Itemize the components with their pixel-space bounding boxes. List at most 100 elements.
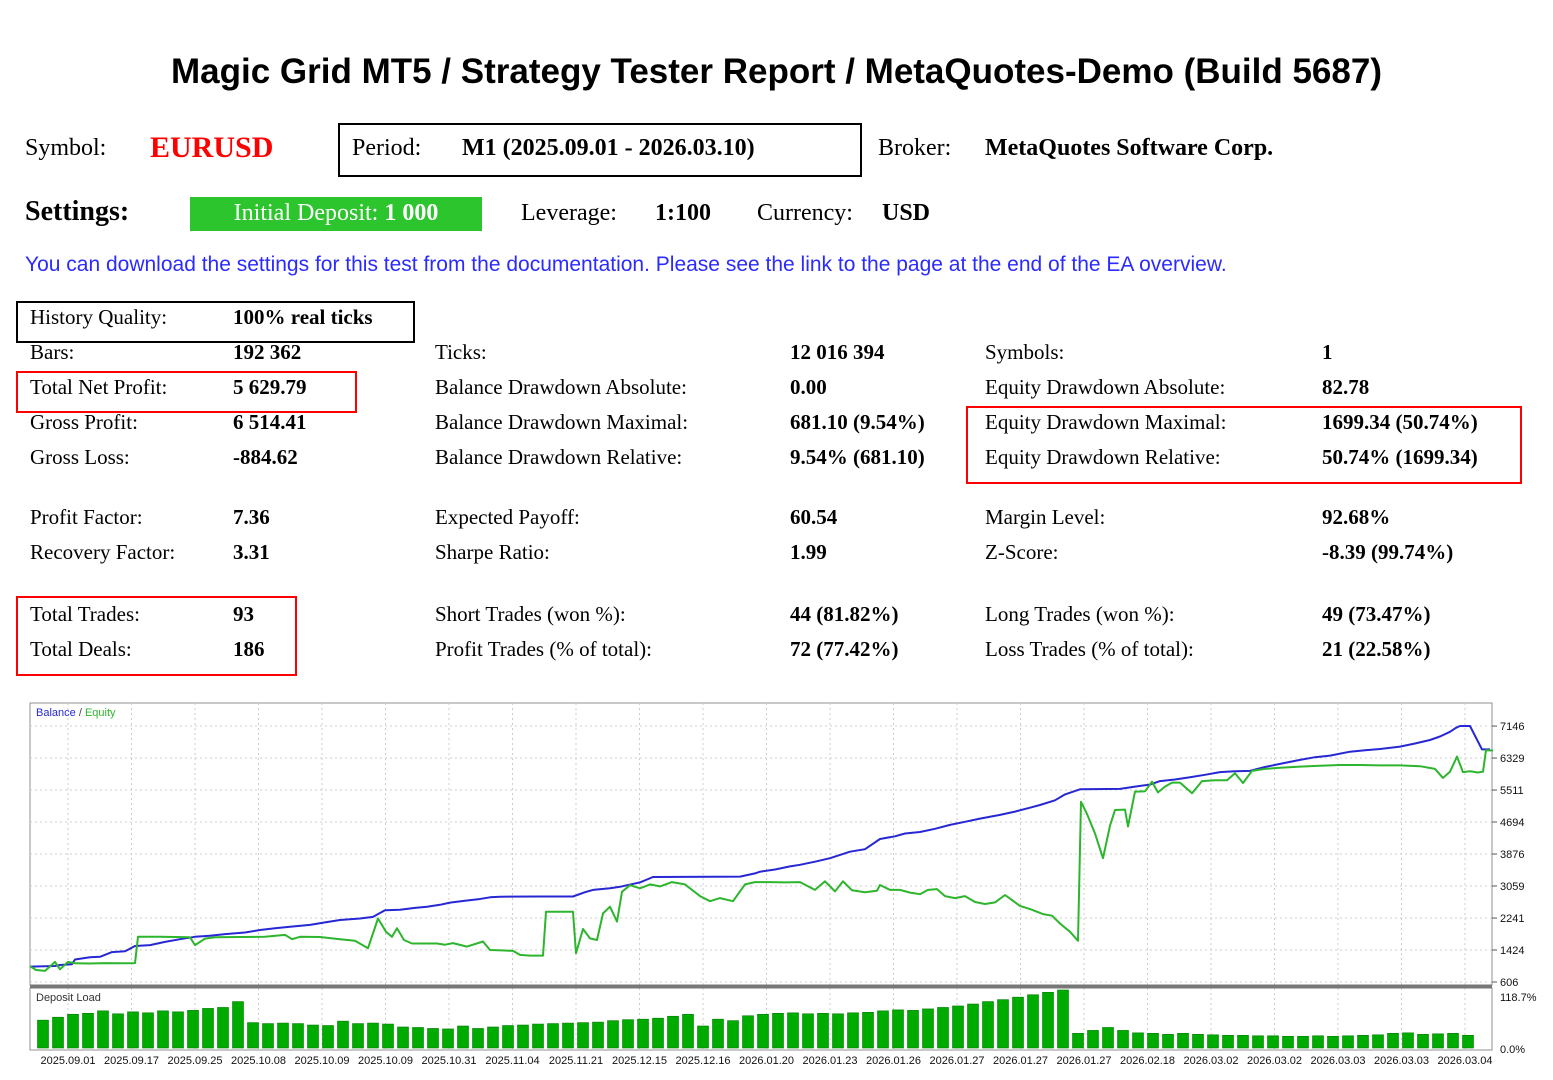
deposit-max-label: 118.7% — [1500, 992, 1537, 1004]
deposit-load-bar — [952, 1005, 964, 1049]
x-tick-label: 2026.01.20 — [739, 1055, 794, 1067]
stat-label: Balance Drawdown Relative: — [435, 445, 683, 469]
deposit-load-bar — [37, 1019, 49, 1049]
x-tick-label: 2026.03.03 — [1374, 1055, 1429, 1067]
deposit-load-bar — [337, 1020, 349, 1049]
y-tick-label: 4694 — [1500, 817, 1524, 829]
deposit-load-bar — [307, 1024, 319, 1049]
deposit-load-bar — [1027, 994, 1039, 1049]
initial-deposit-label: Initial Deposit: — [233, 200, 379, 226]
deposit-load-bar — [1387, 1033, 1399, 1049]
deposit-load-bar — [277, 1022, 289, 1049]
stat-value: 21 (22.58%) — [1322, 637, 1431, 661]
stat-label: Gross Loss: — [30, 445, 130, 469]
y-tick-label: 1424 — [1500, 945, 1524, 957]
deposit-load-bar — [247, 1022, 259, 1049]
deposit-load-bar — [727, 1020, 739, 1049]
y-tick-label: 2241 — [1500, 913, 1524, 925]
deposit-load-bar — [502, 1025, 514, 1049]
settings-label: Settings: — [25, 196, 130, 227]
deposit-load-bar — [832, 1013, 844, 1049]
deposit-load-bar — [1162, 1034, 1174, 1049]
deposit-load-bar — [1177, 1033, 1189, 1049]
x-tick-label: 2026.03.02 — [1183, 1055, 1238, 1067]
total-trades-box — [16, 596, 297, 676]
deposit-load-bar — [772, 1013, 784, 1049]
deposit-load-bar — [1432, 1033, 1444, 1049]
deposit-load-bar — [427, 1028, 439, 1049]
deposit-load-bar — [1342, 1035, 1354, 1049]
y-tick-label: 3059 — [1500, 881, 1524, 893]
stat-value: 12 016 394 — [790, 340, 885, 364]
leverage-label: Leverage: — [521, 200, 617, 226]
deposit-load-bar — [1192, 1034, 1204, 1049]
deposit-load-bar — [1312, 1035, 1324, 1049]
deposit-load-bar — [547, 1023, 559, 1049]
deposit-load-bar — [682, 1013, 694, 1049]
stat-label: Profit Factor: — [30, 505, 143, 529]
report-title: Magic Grid MT5 / Strategy Tester Report … — [171, 52, 1382, 91]
stat-value: 7.36 — [233, 505, 270, 529]
stat-label: Margin Level: — [985, 505, 1106, 529]
deposit-load-bar — [742, 1015, 754, 1049]
deposit-load-bar — [112, 1013, 124, 1049]
initial-deposit-chip: Initial Deposit: 1 000 — [190, 197, 482, 231]
x-tick-label: 2025.11.04 — [485, 1055, 539, 1067]
deposit-load-bar — [1402, 1032, 1414, 1049]
deposit-load-bar — [667, 1015, 679, 1049]
x-tick-label: 2025.12.15 — [612, 1055, 667, 1067]
deposit-min-label: 0.0% — [1500, 1044, 1525, 1056]
x-tick-label: 2025.11.21 — [549, 1055, 603, 1067]
deposit-load-bar — [217, 1007, 229, 1049]
deposit-load-bar — [487, 1026, 499, 1049]
strategy-tester-report: Magic Grid MT5 / Strategy Tester Report … — [0, 0, 1553, 1080]
deposit-load-bar — [1087, 1030, 1099, 1049]
deposit-load-bar — [292, 1023, 304, 1049]
deposit-load-bar — [127, 1011, 139, 1049]
x-tick-label: 2025.09.25 — [167, 1055, 222, 1067]
x-tick-label: 2026.01.27 — [929, 1055, 984, 1067]
chart-legend: Balance / Equity — [36, 707, 116, 719]
deposit-load-bar — [457, 1025, 469, 1049]
deposit-load-bar — [367, 1022, 379, 1049]
deposit-load-bar — [52, 1016, 64, 1049]
deposit-load-bar — [1117, 1030, 1129, 1049]
symbol-label: Symbol: — [25, 135, 107, 161]
total-net-profit-box — [16, 371, 357, 413]
deposit-load-bar — [877, 1010, 889, 1049]
equity-drawdown-box — [966, 406, 1522, 484]
deposit-load-bar — [97, 1010, 109, 1049]
stat-label: Loss Trades (% of total): — [985, 637, 1194, 661]
stat-value: 192 362 — [233, 340, 302, 364]
stat-label: Gross Profit: — [30, 410, 138, 434]
stat-label: Z-Score: — [985, 540, 1059, 564]
y-tick-label: 606 — [1500, 977, 1518, 989]
x-tick-label: 2026.03.04 — [1437, 1055, 1492, 1067]
stat-label: Long Trades (won %): — [985, 602, 1175, 626]
deposit-load-bar — [607, 1020, 619, 1049]
deposit-load-bar — [472, 1028, 484, 1049]
deposit-load-bar — [1072, 1033, 1084, 1049]
x-tick-label: 2025.10.08 — [231, 1055, 286, 1067]
balance-equity-chart: 7146 6329 5511 4694 3876 3059 2241 1424 606 118.7… — [29, 702, 1537, 1067]
stat-value: 9.54% (681.10) — [790, 445, 925, 469]
deposit-load-bar — [262, 1023, 274, 1049]
deposit-load-bar — [1102, 1027, 1114, 1049]
deposit-load-bar — [967, 1003, 979, 1049]
deposit-load-bar — [757, 1013, 769, 1049]
deposit-load-bar — [1042, 991, 1054, 1049]
deposit-load-bar — [712, 1018, 724, 1049]
stat-value: 681.10 (9.54%) — [790, 410, 925, 434]
deposit-load-bar — [142, 1012, 154, 1049]
x-tick-label: 2026.02.18 — [1120, 1055, 1175, 1067]
y-tick-label: 5511 — [1500, 785, 1524, 797]
history-quality-box — [16, 301, 415, 343]
deposit-load-bar — [982, 1001, 994, 1049]
broker-value: MetaQuotes Software Corp. — [985, 135, 1274, 161]
deposit-load-bar — [1447, 1033, 1459, 1049]
deposit-load-bar — [1057, 989, 1069, 1049]
deposit-load-bar — [1237, 1034, 1249, 1049]
deposit-load-bar — [892, 1009, 904, 1049]
deposit-load-bar — [187, 1010, 199, 1049]
deposit-load-bar — [517, 1024, 529, 1049]
